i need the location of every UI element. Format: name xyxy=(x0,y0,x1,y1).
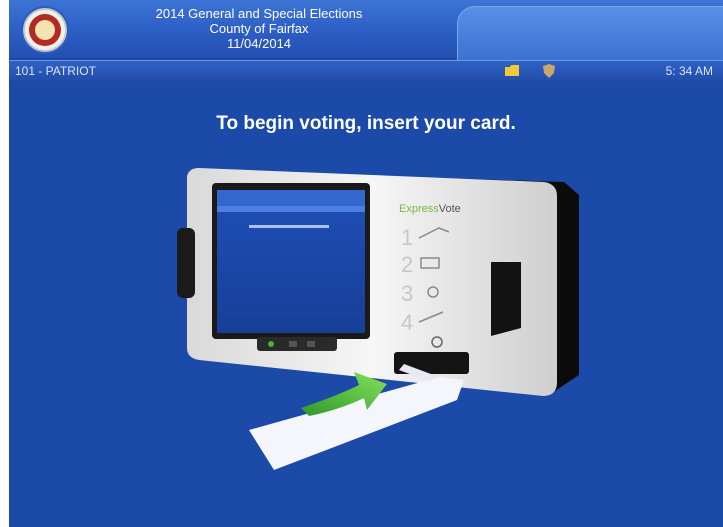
svg-text:1: 1 xyxy=(401,225,413,250)
svg-text:ExpressVote: ExpressVote xyxy=(399,203,461,215)
svg-text:3: 3 xyxy=(401,281,413,306)
svg-text:2: 2 xyxy=(401,252,413,277)
ballot-screen: 2014 General and Special Elections Count… xyxy=(9,0,723,527)
svg-text:4: 4 xyxy=(401,310,413,335)
expressvote-illustration: ExpressVote 1 2 3 4 xyxy=(177,168,579,470)
